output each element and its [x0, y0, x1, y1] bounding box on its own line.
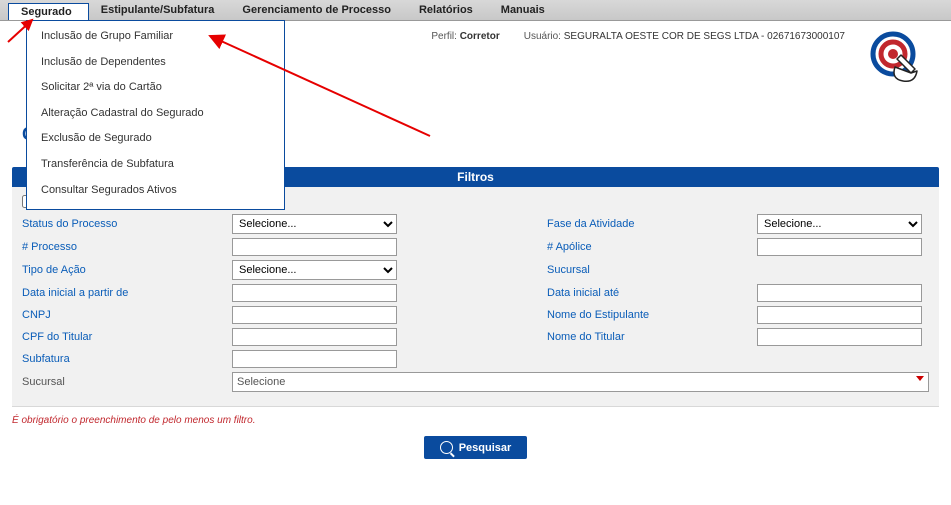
dropdown-transferencia[interactable]: Transferência de Subfatura	[27, 152, 284, 178]
cpf-titular-label: CPF do Titular	[22, 331, 232, 343]
nome-titular-label: Nome do Titular	[547, 331, 757, 343]
data-inicial-de-label: Data inicial a partir de	[22, 287, 232, 299]
subfatura-input[interactable]	[232, 350, 397, 368]
subfatura-label: Subfatura	[22, 353, 232, 365]
cnpj-label: CNPJ	[22, 309, 232, 321]
cpf-titular-input[interactable]	[232, 328, 397, 346]
num-apolice-label: # Apólice	[547, 241, 757, 253]
menu-estipulante[interactable]: Estipulante/Subfatura	[89, 2, 231, 18]
nome-titular-input[interactable]	[757, 328, 922, 346]
data-inicial-ate-input[interactable]	[757, 284, 922, 302]
sucursal-combo[interactable]: Selecione	[232, 372, 929, 392]
menu-segurado[interactable]: Segurado	[8, 3, 89, 20]
dropdown-inclusao-grupo[interactable]: Inclusão de Grupo Familiar	[27, 24, 284, 50]
tipo-acao-label: Tipo de Ação	[22, 264, 232, 276]
status-processo-label: Status do Processo	[22, 218, 232, 230]
mandatory-filter-note: É obrigatório o preenchimento de pelo me…	[12, 415, 939, 426]
num-apolice-input[interactable]	[757, 238, 922, 256]
nome-estipulante-label: Nome do Estipulante	[547, 309, 757, 321]
status-processo-select[interactable]: Selecione...	[232, 214, 397, 234]
sucursal-wide-label: Sucursal	[22, 376, 232, 388]
data-inicial-ate-label: Data inicial até	[547, 287, 757, 299]
dropdown-inclusao-dep[interactable]: Inclusão de Dependentes	[27, 50, 284, 76]
pesquisar-button[interactable]: Pesquisar	[424, 436, 528, 459]
pesquisar-label: Pesquisar	[459, 442, 512, 454]
logo-icon	[869, 27, 921, 87]
menubar: Segurado Estipulante/Subfatura Gerenciam…	[0, 0, 951, 21]
tipo-acao-select[interactable]: Selecione...	[232, 260, 397, 280]
segurado-dropdown: Inclusão de Grupo Familiar Inclusão de D…	[26, 20, 285, 210]
dropdown-alteracao[interactable]: Alteração Cadastral do Segurado	[27, 101, 284, 127]
chevron-down-icon	[916, 376, 924, 381]
sucursal-label: Sucursal	[547, 264, 757, 276]
perfil-text: Perfil: Corretor	[431, 31, 499, 42]
nome-estipulante-input[interactable]	[757, 306, 922, 324]
dropdown-consultar[interactable]: Consultar Segurados Ativos	[27, 178, 284, 204]
num-processo-input[interactable]	[232, 238, 397, 256]
dropdown-2via-cartao[interactable]: Solicitar 2ª via do Cartão	[27, 75, 284, 101]
fase-atividade-select[interactable]: Selecione...	[757, 214, 922, 234]
search-icon	[440, 441, 453, 454]
sucursal-combo-value: Selecione	[237, 376, 285, 388]
menu-relatorios[interactable]: Relatórios	[407, 2, 489, 18]
data-inicial-de-input[interactable]	[232, 284, 397, 302]
menu-gerenciamento[interactable]: Gerenciamento de Processo	[230, 2, 407, 18]
usuario-text: Usuário: SEGURALTA OESTE COR DE SEGS LTD…	[524, 31, 845, 42]
num-processo-label: # Processo	[22, 241, 232, 253]
menu-manuais[interactable]: Manuais	[489, 2, 561, 18]
cnpj-input[interactable]	[232, 306, 397, 324]
dropdown-exclusao[interactable]: Exclusão de Segurado	[27, 126, 284, 152]
fase-atividade-label: Fase da Atividade	[547, 218, 757, 230]
